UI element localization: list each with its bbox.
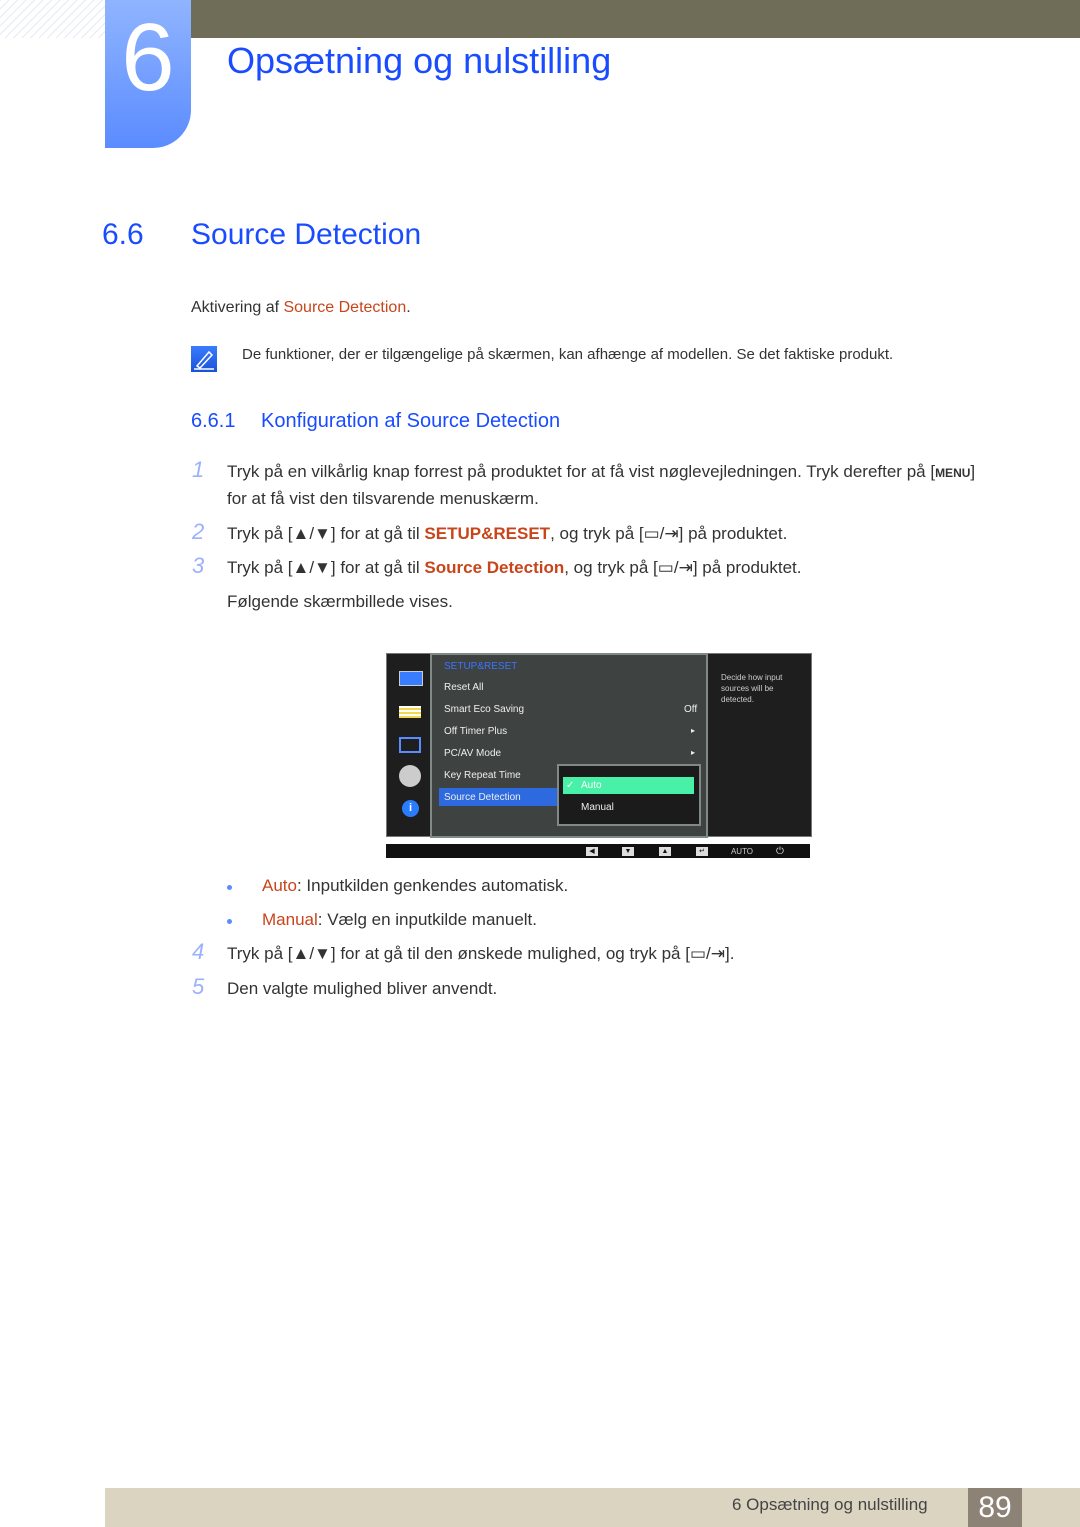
chevron-right-icon: ▸ [691,748,696,757]
step-3-post: , og tryk på [ [564,558,658,577]
chevron-right-icon: ▸ [691,726,696,735]
section-title: Source Detection [191,218,422,251]
power-icon[interactable]: ⏻ [774,847,786,857]
intro-highlight: Source Detection [283,299,407,316]
chapter-number: 6 [121,4,175,111]
osd-option-manual[interactable]: Manual [581,802,614,813]
option-auto: Auto: Inputkilden genkendes automatisk. [262,876,568,896]
step-3-highlight: Source Detection [424,558,565,577]
step-text: Tryk på [▲/▼] for at gå til SETUP&RESET,… [227,524,787,544]
step-text: Tryk på [▲/▼] for at gå til den ønskede … [227,944,734,964]
step-text: Tryk på [▲/▼] for at gå til Source Detec… [227,558,802,578]
step-number: 5 [192,974,205,999]
step-2-end: ] på produktet. [678,524,788,543]
footer-chapter: 6 Opsætning og nulstilling [732,1495,928,1514]
header-bar [190,0,1080,38]
auto-button[interactable]: AUTO [729,847,755,856]
step-text: Den valgte mulighed bliver anvendt. [227,979,498,998]
step-number: 4 [192,939,205,964]
down-arrow-icon[interactable]: ▼ [622,847,634,856]
bracket: ] [970,462,976,481]
step-text-cont: Følgende skærmbillede vises. [227,592,453,611]
enter-source-key-icon: ▭/⇥ [657,558,693,577]
step-number: 2 [192,519,205,544]
step-3-end: ] på produktet. [692,558,802,577]
osd-option-auto[interactable]: Auto [581,780,602,791]
option-name: Manual [262,910,318,929]
section-number: 6.6 [102,218,144,251]
subsection-title: Konfiguration af Source Detection [261,410,561,432]
bullet-icon [227,919,232,924]
step-2-pre: Tryk på [▲/▼] for at gå til [227,524,425,543]
chapter-title: Opsætning og nulstilling [227,40,612,81]
osd-menu-header: SETUP&RESET [444,661,518,672]
osd-item-key-repeat-time[interactable]: Key Repeat Time [444,770,521,781]
size-position-icon [399,737,421,753]
osd-item-reset-all[interactable]: Reset All [444,682,483,693]
option-manual: Manual: Vælg en inputkilde manuelt. [262,910,537,930]
info-icon: i [402,800,419,817]
intro-suffix: . [406,299,411,316]
step-text: Tryk på en vilkårlig knap forrest på pro… [227,462,975,482]
osd-item-smart-eco-saving[interactable]: Smart Eco Saving [444,704,524,715]
monitor-icon [399,671,423,686]
left-arrow-icon[interactable]: ◀ [586,847,598,856]
step-4-pre: Tryk på [▲/▼] for at gå til den ønskede … [227,944,690,963]
enter-source-key-icon: ▭/⇥ [643,524,679,543]
step-number: 1 [192,457,205,482]
step-1-text: Tryk på en vilkårlig knap forrest på pro… [227,462,936,481]
intro-text: Aktivering af Source Detection. [191,299,411,317]
enter-source-key-icon: ▭/⇥ [689,944,725,963]
osd-item-pc-av-mode[interactable]: PC/AV Mode [444,748,501,759]
subsection-number: 6.6.1 [191,410,236,432]
step-3-pre: Tryk på [▲/▼] for at gå til [227,558,425,577]
step-2-post: , og tryk på [ [550,524,644,543]
osd-item-source-detection[interactable]: Source Detection [444,792,521,803]
option-name: Auto [262,876,297,895]
up-arrow-icon[interactable]: ▲ [659,847,671,856]
option-desc: : Inputkilden genkendes automatisk. [296,876,569,895]
gear-icon [399,765,421,787]
osd-item-value: Off [684,704,698,715]
osd-submenu [557,764,701,826]
page-number: 89 [968,1488,1022,1527]
picture-settings-icon [399,706,421,718]
note-text: De funktioner, der er tilgængelige på sk… [242,346,894,363]
enter-icon[interactable]: ↵ [696,847,708,856]
step-4-end: ]. [724,944,735,963]
header-decoration [0,0,105,38]
note-pencil-icon [191,346,217,372]
intro-prefix: Aktivering af [191,299,284,316]
menu-key: MENU [935,466,971,480]
check-icon: ✓ [566,780,575,791]
osd-item-off-timer-plus[interactable]: Off Timer Plus [444,726,507,737]
step-text-cont: for at få vist den tilsvarende menuskærm… [227,489,539,508]
option-desc: : Vælg en inputkilde manuelt. [317,910,538,929]
osd-help-text: Decide how input sources will be detecte… [721,673,783,704]
step-2-highlight: SETUP&RESET [424,524,551,543]
step-number: 3 [192,553,205,578]
bullet-icon [227,885,232,890]
footer-bar [105,1488,1080,1527]
